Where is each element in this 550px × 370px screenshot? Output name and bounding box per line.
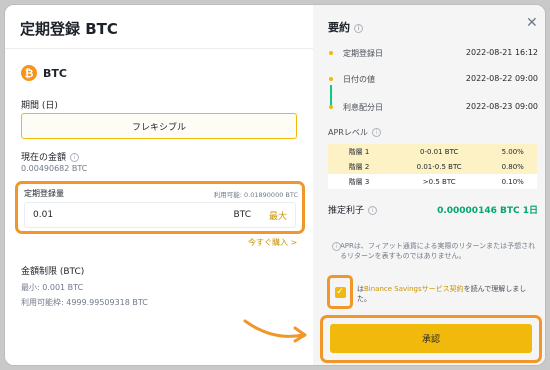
summary-title-text: 要約 <box>328 21 350 34</box>
info-icon: i <box>332 242 341 251</box>
apr-tier-table: 階層 1 0-0.01 BTC 5.00% 階層 2 0.01-0.5 BTC … <box>328 144 537 189</box>
amount-input[interactable]: 0.01 BTC 最大 <box>24 202 296 228</box>
checkbox-highlight: ✓ <box>327 275 353 309</box>
info-icon[interactable]: i <box>371 128 381 137</box>
service-agreement-link[interactable]: Binance Savingsサービス契約 <box>364 285 464 293</box>
confirm-button[interactable]: 承認 <box>330 324 532 353</box>
apr-notice: i APRは、フィアット通貨による実際のリターンまたは予想されるリターンを表すも… <box>328 241 537 261</box>
estimated-interest-label: 推定利子 i <box>328 203 378 216</box>
tier-rate: 0.10% <box>488 174 537 189</box>
close-icon[interactable]: ✕ <box>526 15 538 31</box>
flexible-period-button[interactable]: フレキシブル <box>21 113 297 139</box>
limit-label: 金額制限 (BTC) <box>21 267 85 277</box>
info-icon[interactable]: i <box>354 23 363 33</box>
timeline-label: 利息配分日 <box>343 103 383 112</box>
tier-range: 0.01-0.5 BTC <box>390 159 489 174</box>
dialog-title: 定期登録 BTC <box>20 20 118 38</box>
agree-checkbox[interactable]: ✓ <box>334 286 346 298</box>
coin-header: ₿ BTC <box>21 65 67 81</box>
estimated-interest-text: 推定利子 <box>328 206 365 216</box>
timeline-label: 定期登録日 <box>343 49 383 58</box>
agree-prefix: は <box>357 285 364 293</box>
tier-rate: 0.80% <box>488 159 537 174</box>
amount-unit: BTC <box>233 210 251 220</box>
available-quota: 利用可能枠: 4999.99509318 BTC <box>21 298 148 307</box>
tier-name: 階層 1 <box>328 144 390 159</box>
current-amount-row: 現在の金額 i <box>21 150 80 163</box>
min-amount: 最小: 0.001 BTC <box>21 283 84 292</box>
current-amount-label: 現在の金額 <box>21 153 67 163</box>
bitcoin-icon: ₿ <box>21 65 37 81</box>
info-icon[interactable]: i <box>70 153 80 162</box>
buy-now-link[interactable]: 今すぐ購入 > <box>248 237 297 248</box>
tier-range: 0-0.01 BTC <box>390 144 489 159</box>
subscription-dialog: 定期登録 BTC ₿ BTC 期間 (日) フレキシブル 現在の金額 i 0.00… <box>4 4 546 366</box>
period-label: 期間 (日) <box>21 101 58 111</box>
timeline-item: 日付の値 2022-08-22 09:00 <box>328 74 538 85</box>
summary-panel: 要約 i ✕ 定期登録日 2022-08-21 16:12 日付の値 2022-0… <box>313 5 545 365</box>
tier-rate: 5.00% <box>488 144 537 159</box>
estimated-interest-value: 0.00000146 BTC 1日 <box>437 206 538 216</box>
timeline-item: 利息配分日 2022-08-23 09:00 <box>328 102 538 113</box>
apr-level-label: APRレベル i <box>328 127 381 138</box>
confirm-highlight: 承認 <box>320 315 542 363</box>
current-amount-value: 0.00490682 BTC <box>21 164 88 173</box>
amount-value[interactable]: 0.01 <box>33 210 234 220</box>
timeline-item: 定期登録日 2022-08-21 16:12 <box>328 48 538 59</box>
table-row: 階層 2 0.01-0.5 BTC 0.80% <box>328 159 537 174</box>
divider <box>5 48 313 49</box>
amount-highlight: 定期登録量 利用可能: 0.01890000 BTC 0.01 BTC 最大 <box>15 181 305 234</box>
notice-text: APRは、フィアット通貨による実際のリターンまたは予想されるリターンを表すもので… <box>340 242 536 260</box>
tier-range: >0.5 BTC <box>390 174 489 189</box>
timeline-value: 2022-08-23 09:00 <box>465 102 538 111</box>
timeline-value: 2022-08-22 09:00 <box>465 74 538 83</box>
subscribe-amount-label: 定期登録量 <box>24 189 64 198</box>
apr-level-text: APRレベル <box>328 128 368 137</box>
arrow-icon <box>243 319 307 343</box>
timeline-value: 2022-08-21 16:12 <box>465 48 538 57</box>
table-row: 階層 1 0-0.01 BTC 5.00% <box>328 144 537 159</box>
subscribe-panel: 定期登録 BTC ₿ BTC 期間 (日) フレキシブル 現在の金額 i 0.00… <box>5 5 313 365</box>
tier-name: 階層 2 <box>328 159 390 174</box>
info-icon[interactable]: i <box>368 206 378 215</box>
summary-title: 要約 i <box>328 19 363 35</box>
max-button[interactable]: 最大 <box>269 209 287 222</box>
table-row: 階層 3 >0.5 BTC 0.10% <box>328 174 537 189</box>
available-balance: 利用可能: 0.01890000 BTC <box>213 191 298 199</box>
estimated-interest-row: 推定利子 i 0.00000146 BTC 1日 <box>328 203 538 216</box>
tier-name: 階層 3 <box>328 174 390 189</box>
timeline-label: 日付の値 <box>343 75 375 84</box>
agreement-text: はBinance Savingsサービス契約を読んで理解しました。 <box>357 284 533 304</box>
coin-label: BTC <box>43 66 67 80</box>
